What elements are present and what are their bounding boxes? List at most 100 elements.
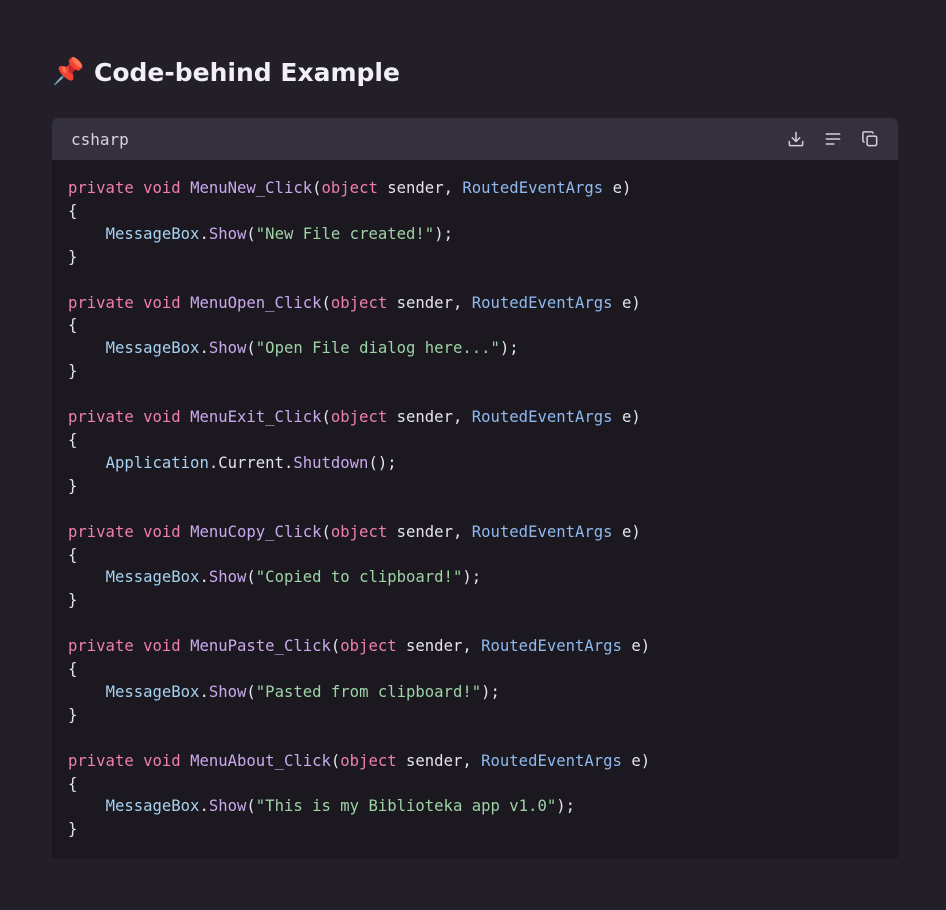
copy-button[interactable]: [859, 128, 881, 150]
pushpin-icon: 📌: [52, 57, 85, 87]
parameter: sender,: [396, 293, 463, 312]
punctuation: (: [246, 682, 256, 701]
heading-text: Code-behind Example: [94, 57, 400, 87]
keyword: void: [143, 408, 181, 427]
member-access: .: [199, 682, 209, 701]
keyword: void: [143, 293, 181, 312]
parameter: e): [621, 408, 641, 427]
type-name: RoutedEventArgs: [471, 408, 613, 427]
method-name: MenuCopy_Click: [190, 522, 322, 541]
open-brace: {: [68, 316, 78, 335]
punctuation: (: [330, 751, 341, 770]
close-brace: }: [68, 820, 78, 839]
download-icon: [788, 131, 804, 147]
parameter: e): [612, 179, 632, 197]
punctuation: (: [321, 408, 331, 427]
method-name: MenuAbout_Click: [190, 751, 331, 770]
method-block: private void MenuAbout_Click(object send…: [68, 752, 650, 839]
method-body-line: Application.Current.Shutdown();: [106, 454, 397, 472]
parameter: e): [631, 637, 651, 656]
string-literal: "New File created!": [255, 224, 435, 243]
parameter: sender,: [406, 751, 472, 770]
member-access: .: [199, 339, 209, 358]
keyword: private: [68, 293, 134, 312]
parameter: sender,: [387, 179, 453, 197]
class-name: MessageBox: [105, 339, 200, 358]
method-signature: private void MenuAbout_Click(object send…: [68, 752, 650, 770]
type-name: RoutedEventArgs: [462, 179, 604, 197]
string-literal: "This is my Biblioteka app v1.0": [255, 797, 557, 816]
method-signature: private void MenuPaste_Click(object send…: [68, 637, 650, 655]
wrap-lines-icon: [825, 133, 841, 145]
code-block: csharp private void MenuNew_Click(object…: [52, 118, 898, 858]
open-brace: {: [68, 430, 78, 449]
parameter: sender,: [396, 522, 463, 541]
open-brace: {: [68, 545, 78, 564]
punctuation: (: [321, 293, 331, 312]
method-signature: private void MenuOpen_Click(object sende…: [68, 294, 641, 312]
type-name: RoutedEventArgs: [481, 637, 622, 656]
keyword: void: [143, 751, 181, 770]
type-name: RoutedEventArgs: [471, 293, 613, 312]
parameter: sender,: [406, 637, 472, 656]
call-name: Show: [208, 224, 247, 243]
code-block-header: csharp: [52, 118, 898, 160]
member-access: .: [199, 224, 209, 243]
keyword: object: [340, 751, 397, 770]
parameter: e): [621, 293, 641, 312]
method-signature: private void MenuExit_Click(object sende…: [68, 408, 641, 426]
statement-end: );: [434, 224, 453, 243]
close-brace: }: [68, 247, 78, 266]
string-literal: "Copied to clipboard!": [255, 568, 463, 587]
class-name: Application: [105, 453, 209, 472]
method-block: private void MenuOpen_Click(object sende…: [68, 294, 641, 381]
method-block: private void MenuPaste_Click(object send…: [68, 637, 650, 724]
method-body-line: MessageBox.Show("Pasted from clipboard!"…: [106, 683, 500, 701]
string-literal: "Open File dialog here...": [255, 339, 500, 358]
call-name: Show: [208, 568, 247, 587]
call-name: Shutdown: [293, 453, 369, 472]
punctuation: (: [321, 522, 331, 541]
parameter: sender,: [396, 408, 463, 427]
call-name: Show: [208, 682, 247, 701]
copy-icon: [862, 131, 878, 147]
statement-end: );: [462, 568, 482, 587]
open-brace: {: [68, 774, 78, 793]
statement-end: );: [377, 453, 397, 472]
close-brace: }: [68, 476, 78, 495]
keyword: void: [143, 522, 181, 541]
code-language-label: csharp: [71, 129, 129, 149]
code-toolbar: [785, 128, 881, 150]
class-name: MessageBox: [105, 682, 200, 701]
code-content: private void MenuNew_Click(object sender…: [52, 160, 898, 841]
method-name: MenuExit_Click: [190, 408, 322, 427]
open-brace: {: [68, 201, 78, 220]
member-access: .Current.: [208, 453, 294, 472]
method-block: private void MenuExit_Click(object sende…: [68, 408, 641, 495]
type-name: RoutedEventArgs: [481, 751, 622, 770]
keyword: void: [143, 179, 181, 197]
keyword: object: [330, 293, 388, 312]
keyword: private: [68, 522, 134, 541]
keyword: object: [340, 637, 397, 656]
punctuation: (: [368, 453, 378, 472]
method-signature: private void MenuNew_Click(object sender…: [68, 179, 631, 197]
method-body-line: MessageBox.Show("Open File dialog here..…: [106, 339, 519, 357]
keyword: void: [143, 637, 181, 656]
method-signature: private void MenuCopy_Click(object sende…: [68, 523, 641, 541]
close-brace: }: [68, 705, 78, 724]
parameter: e): [621, 522, 641, 541]
keyword: private: [68, 179, 134, 197]
call-name: Show: [208, 339, 247, 358]
method-block: private void MenuCopy_Click(object sende…: [68, 523, 641, 610]
wrap-lines-button[interactable]: [822, 128, 844, 150]
statement-end: );: [556, 797, 576, 816]
method-body-line: MessageBox.Show("This is my Biblioteka a…: [106, 797, 575, 815]
download-button[interactable]: [785, 128, 807, 150]
section-heading: 📌 Code-behind Example: [52, 52, 400, 92]
method-body-line: MessageBox.Show("New File created!");: [106, 225, 453, 243]
close-brace: }: [68, 591, 78, 610]
keyword: private: [68, 637, 134, 656]
open-brace: {: [68, 660, 78, 679]
method-block: private void MenuNew_Click(object sender…: [68, 179, 631, 266]
